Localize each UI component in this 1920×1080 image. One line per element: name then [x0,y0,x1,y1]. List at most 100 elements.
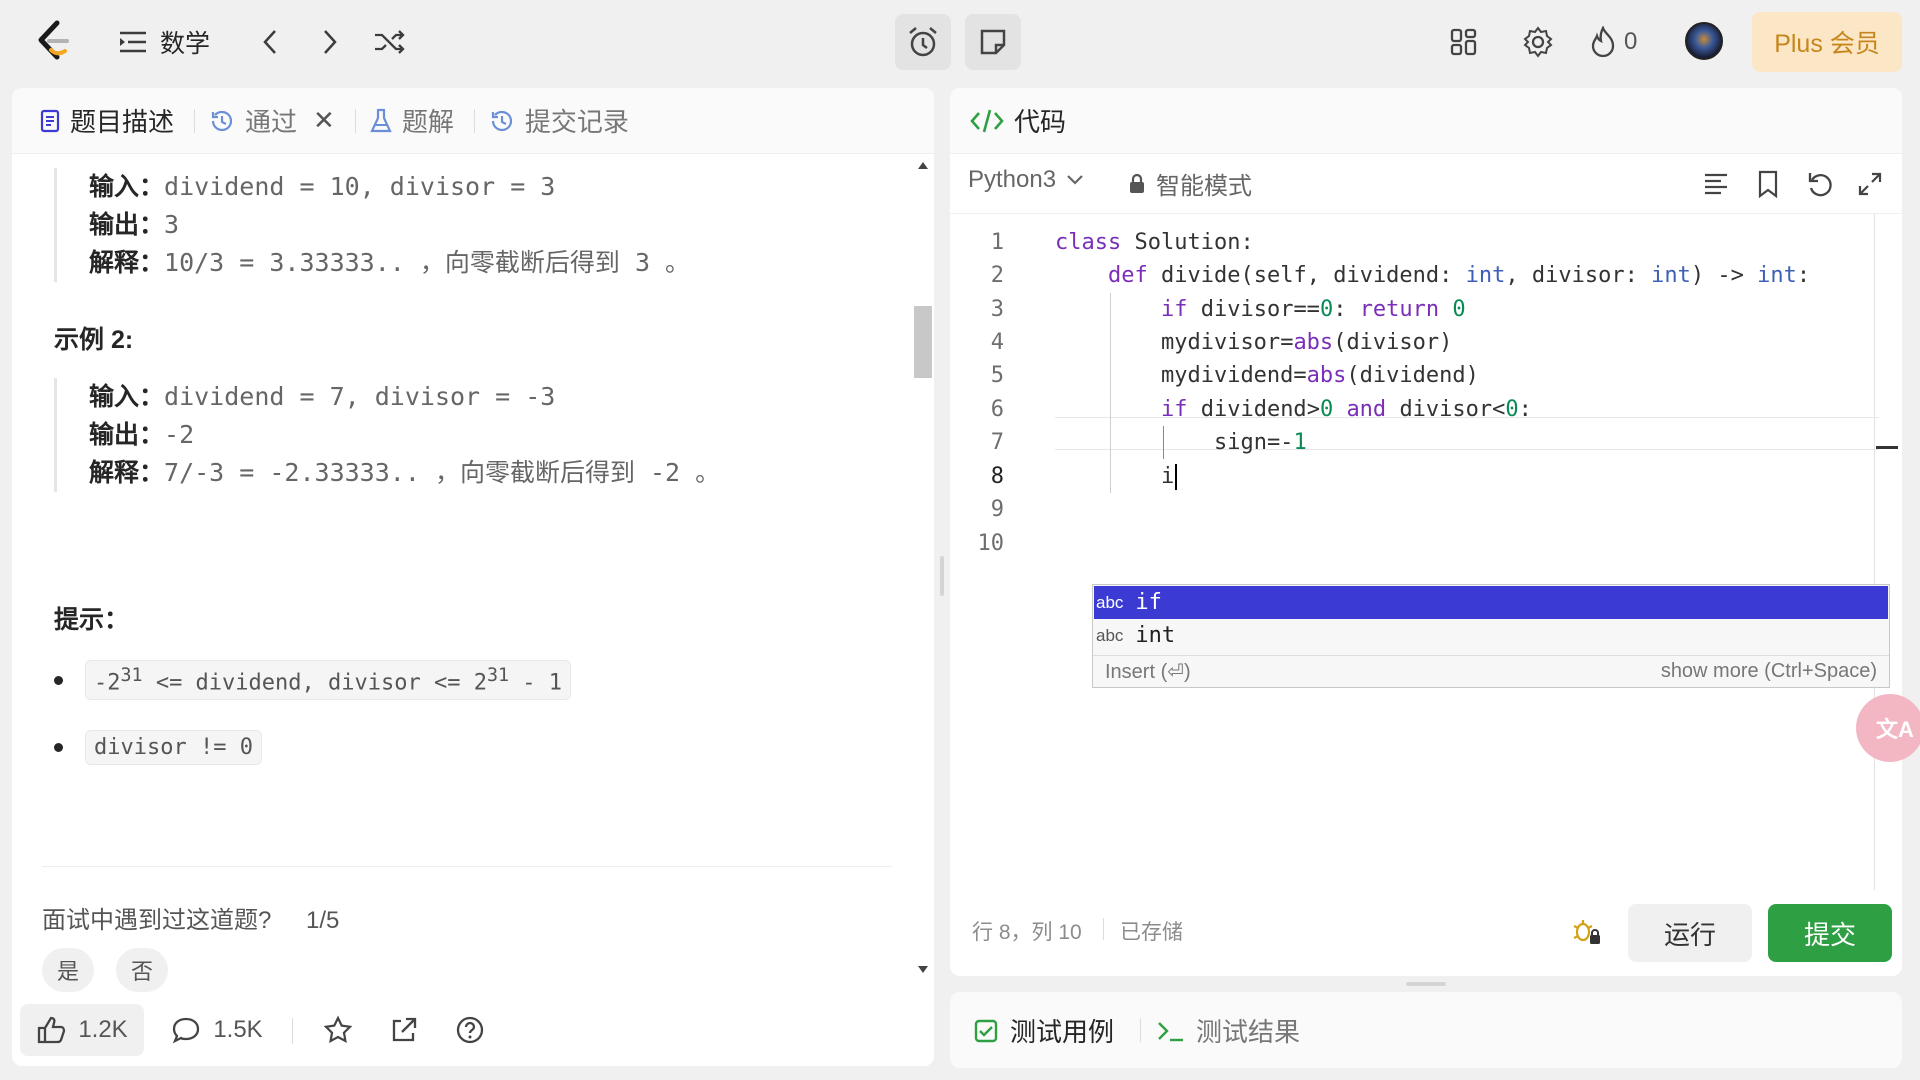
hint-exponent: 31 [120,665,143,686]
bookmark-icon [1758,170,1778,198]
code-editor[interactable]: 1 2 3 4 5 6 7 8 9 10 class Solution: def… [950,214,1898,890]
plus-label: Plus 会员 [1774,30,1880,58]
reset-code-button[interactable] [1802,166,1838,202]
smart-mode-toggle[interactable]: 智能模式 [1128,166,1252,201]
tab-solutions[interactable]: 题解 [370,102,454,139]
code-line: if divisor==0: return 0 [1160,297,1466,322]
line-number: 3 [990,297,1004,322]
hint-text: - 1 [509,670,563,696]
help-button[interactable] [448,1008,492,1052]
hints-title: 提示： [54,606,130,634]
example-input-value: dividend = 7, divisor = -3 [164,382,556,411]
share-button[interactable] [382,1008,426,1052]
streak-counter[interactable]: 0 [1590,24,1637,60]
run-button[interactable]: 运行 [1628,904,1752,962]
yes-button[interactable]: 是 [42,948,94,992]
fullscreen-button[interactable] [1852,166,1888,202]
debug-button[interactable] [1568,914,1604,950]
layout-grid-icon [1450,28,1477,56]
notes-button[interactable] [965,14,1021,70]
insert-hint: Insert (⏎) [1105,661,1191,683]
format-button[interactable] [1698,166,1734,202]
problem-list-button[interactable]: 数学 [118,22,210,62]
bug-lock-icon [1573,920,1600,944]
code-line: sign=-1 [1213,430,1307,455]
checkbox-icon [974,1019,998,1042]
submit-button[interactable]: 提交 [1768,904,1892,962]
panel-resize-handle[interactable] [940,556,944,596]
hint-text: -2 [94,670,121,696]
line-number: 4 [990,330,1004,355]
example-input-value: dividend = 10, divisor = 3 [164,172,556,201]
run-label: 运行 [1663,919,1716,950]
star-icon [323,1015,353,1044]
shuffle-icon [375,30,405,54]
no-button[interactable]: 否 [116,948,168,992]
tab-accepted[interactable]: 通过 ✕ [209,102,335,139]
smart-mode-label: 智能模式 [1156,173,1252,200]
show-more-hint[interactable]: show more (Ctrl+Space) [1661,660,1877,683]
prev-problem-button[interactable] [252,24,288,60]
avatar[interactable] [1685,22,1723,60]
comments-button[interactable]: 1.5K [162,1004,272,1056]
flask-icon [370,108,392,132]
tab-testcase[interactable]: 测试用例 [974,1012,1114,1049]
tab-divider [354,108,356,133]
divider [292,1018,293,1044]
layout-button[interactable] [1444,24,1484,60]
line-number: 7 [990,430,1004,455]
note-icon [980,29,1006,55]
chevron-down-icon [1067,175,1083,185]
plus-membership-button[interactable]: Plus 会员 [1752,12,1902,72]
editor-toolbar: Python3 智能模式 [950,154,1902,214]
favorite-button[interactable] [316,1008,360,1052]
tab-divider [1140,1018,1141,1042]
settings-button[interactable] [1518,24,1558,60]
translate-float-button[interactable]: 文A [1856,694,1920,762]
code-panel-header: 代码 [950,88,1902,154]
close-icon[interactable]: ✕ [313,105,335,136]
tab-label: 通过 [245,107,298,137]
timer-button[interactable] [895,14,951,70]
example-2-block: 输入：dividend = 7, divisor = -3 输出：-2 解释：7… [54,378,720,492]
code-icon [970,109,1004,132]
scroll-down-arrow[interactable] [918,966,928,973]
saved-status: 已存储 [1120,921,1183,944]
panel-resize-handle-horizontal[interactable] [1406,982,1446,986]
code-line: if dividend>0 and divisor<0: [1160,397,1532,422]
like-count: 1.2K [78,1016,128,1043]
comment-count: 1.5K [213,1016,263,1043]
random-problem-button[interactable] [370,24,410,60]
hint-text: <= dividend, divisor <= 2 [142,670,487,696]
line-number: 8 [990,464,1004,489]
bookmark-button[interactable] [1750,166,1786,202]
yes-label: 是 [56,959,79,984]
test-result-label: 测试结果 [1196,1017,1301,1047]
tab-submissions[interactable]: 提交记录 [489,102,629,139]
tab-description[interactable]: 题目描述 [40,102,174,139]
scroll-up-arrow[interactable] [918,162,928,169]
autocomplete-popup: abc if abc int Insert (⏎) show more (Ctr… [1092,584,1890,688]
autocomplete-item-selected[interactable]: abc if [1094,586,1888,619]
like-button[interactable]: 1.2K [20,1004,144,1056]
top-bar: 数学 0 Plus 会员 [0,0,1920,84]
example-explain-value: 10/3 = 3.33333.. ，向零截断后得到 3 。 [164,248,691,277]
editor-scrollbar[interactable] [1874,214,1875,890]
code-text: class Solution: def divide(self, dividen… [1055,226,1875,566]
alarm-clock-icon [909,27,937,57]
logo-icon[interactable] [30,16,76,66]
next-problem-button[interactable] [312,24,348,60]
list-icon [120,31,146,53]
comment-icon [173,1017,200,1044]
tab-test-result[interactable]: 测试结果 [1156,1012,1300,1049]
example-input-key: 输入： [89,173,165,201]
autocomplete-item[interactable]: abc int [1094,619,1888,652]
code-panel: 代码 Python3 智能模式 1 2 3 4 5 6 7 8 9 10 cla… [950,88,1902,976]
scrollbar-thumb[interactable] [914,306,932,378]
scrollbar[interactable] [912,154,934,1066]
tab-label: 题目描述 [70,107,175,137]
code-line: i [1055,460,1178,493]
language-select[interactable]: Python3 [968,166,1084,194]
line-number-gutter: 1 2 3 4 5 6 7 8 9 10 [950,214,1030,594]
undo-icon [1808,173,1832,197]
